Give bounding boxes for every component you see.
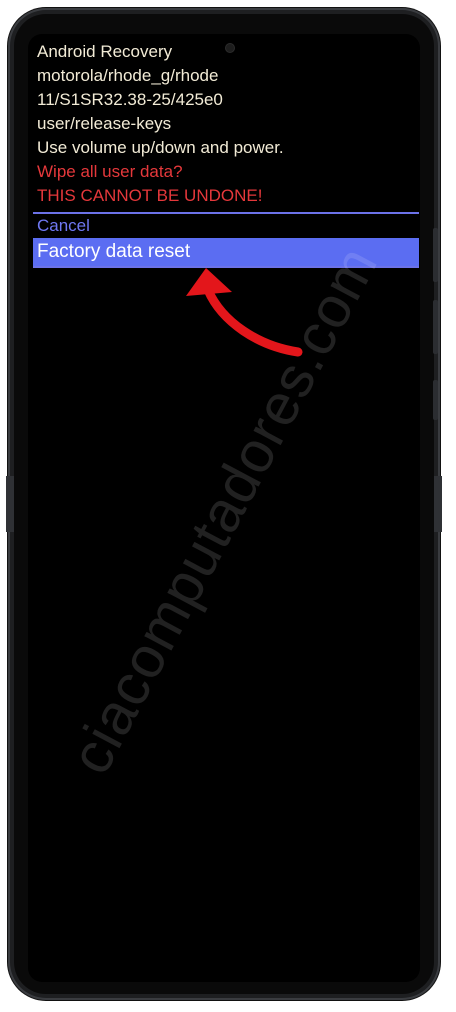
wipe-prompt: Wipe all user data? bbox=[37, 162, 183, 181]
menu-item-cancel[interactable]: Cancel bbox=[33, 214, 419, 238]
build-fingerprint-keys: user/release-keys bbox=[37, 114, 172, 133]
usage-instruction: Use volume up/down and power. bbox=[37, 138, 284, 157]
volume-down-button[interactable] bbox=[433, 300, 438, 354]
recovery-menu: Cancel Factory data reset bbox=[33, 212, 419, 268]
recovery-screen: Android Recovery motorola/rhode_g/rhode … bbox=[28, 34, 420, 982]
build-fingerprint-version: 11/S1SR32.38-25/425e0 bbox=[37, 90, 223, 109]
undo-warning: THIS CANNOT BE UNDONE! bbox=[37, 186, 263, 205]
screenshot-page: Android Recovery motorola/rhode_g/rhode … bbox=[0, 0, 456, 1012]
power-button[interactable] bbox=[433, 380, 438, 420]
curved-red-arrow-icon bbox=[186, 268, 303, 357]
build-fingerprint-device: motorola/rhode_g/rhode bbox=[37, 66, 219, 85]
volume-up-button[interactable] bbox=[433, 228, 438, 282]
recovery-title: Android Recovery bbox=[37, 42, 173, 61]
recovery-header: Android Recovery motorola/rhode_g/rhode … bbox=[37, 40, 284, 208]
